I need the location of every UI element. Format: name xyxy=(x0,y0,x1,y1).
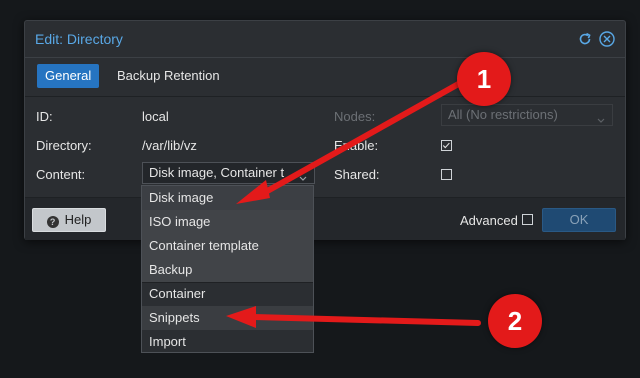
close-icon[interactable] xyxy=(598,30,616,48)
annotation-badge-1: 1 xyxy=(457,52,511,106)
nodes-label: Nodes: xyxy=(334,109,376,124)
ok-button[interactable]: OK xyxy=(542,208,616,232)
id-label: ID: xyxy=(36,109,53,124)
content-select[interactable]: Disk image, Container t xyxy=(142,162,315,184)
content-select-value: Disk image, Container t xyxy=(149,165,285,180)
chevron-down-icon xyxy=(596,105,606,125)
dropdown-item-iso-image[interactable]: ISO image xyxy=(142,210,313,234)
advanced-checkbox[interactable] xyxy=(522,214,533,225)
dialog-titlebar: Edit: Directory xyxy=(25,21,625,58)
dropdown-item-disk-image[interactable]: Disk image xyxy=(142,186,313,210)
dropdown-item-container-template[interactable]: Container template xyxy=(142,234,313,258)
edit-directory-dialog: Edit: Directory General Backup Retention… xyxy=(24,20,626,240)
form-body: ID: local Directory: /var/lib/vz Content… xyxy=(25,97,625,197)
reset-icon[interactable] xyxy=(576,30,594,48)
enable-checkbox[interactable] xyxy=(441,140,452,151)
tab-bar: General Backup Retention xyxy=(25,58,625,97)
enable-label: Enable: xyxy=(334,138,379,153)
tab-backup-retention[interactable]: Backup Retention xyxy=(109,64,228,88)
nodes-select-value: All (No restrictions) xyxy=(448,107,558,122)
dialog-title: Edit: Directory xyxy=(35,31,123,47)
annotation-badge-2: 2 xyxy=(488,294,542,348)
shared-checkbox[interactable] xyxy=(441,169,452,180)
tab-general[interactable]: General xyxy=(37,64,100,88)
dropdown-item-import[interactable]: Import xyxy=(142,330,313,354)
dropdown-item-backup[interactable]: Backup xyxy=(142,258,313,282)
dialog-footer: ? Help Advanced OK xyxy=(25,197,625,240)
advanced-label: Advanced xyxy=(460,213,518,228)
content-dropdown-list: Disk image ISO image Container template … xyxy=(141,185,314,353)
nodes-select[interactable]: All (No restrictions) xyxy=(441,104,613,126)
dropdown-item-snippets[interactable]: Snippets xyxy=(142,306,313,330)
help-button[interactable]: ? Help xyxy=(32,208,106,232)
help-button-label: Help xyxy=(64,212,92,227)
content-label: Content: xyxy=(36,167,86,182)
help-icon: ? xyxy=(46,216,59,228)
dropdown-item-container[interactable]: Container xyxy=(142,282,313,306)
directory-label: Directory: xyxy=(36,138,92,153)
shared-label: Shared: xyxy=(334,167,380,182)
directory-value: /var/lib/vz xyxy=(142,138,197,153)
id-value: local xyxy=(142,109,169,124)
chevron-down-icon xyxy=(298,163,308,183)
